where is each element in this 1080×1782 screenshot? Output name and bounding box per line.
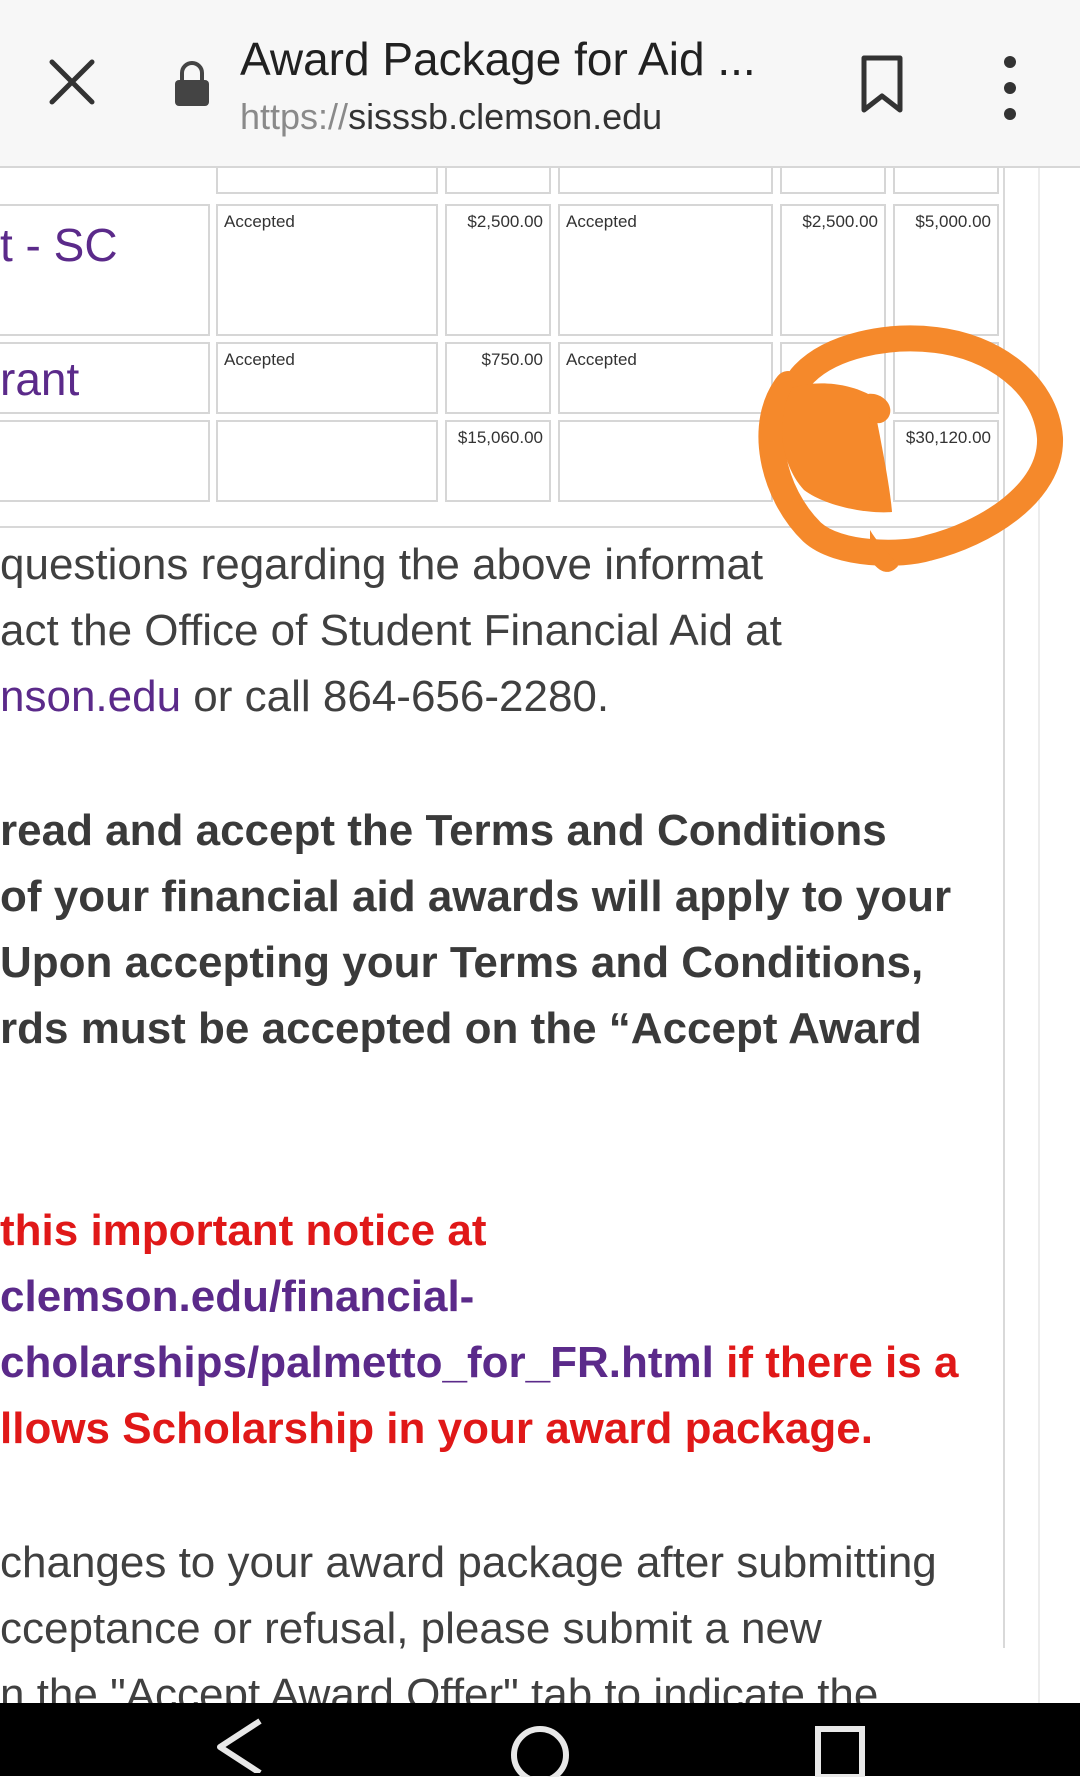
back-icon[interactable]	[212, 1713, 268, 1778]
system-navigation-bar	[0, 1703, 1080, 1782]
bookmark-icon[interactable]	[856, 52, 908, 116]
award-name: rant	[0, 353, 80, 405]
amount-cell: $750.00	[445, 342, 551, 414]
total-amount-cell: $15,060.00	[445, 420, 551, 502]
table-cell	[780, 420, 886, 502]
grand-total-cell: $30,120.00	[893, 420, 999, 502]
phone-text: or call 864-656-2280.	[181, 672, 610, 721]
contact-line-1: questions regarding the above informat	[0, 540, 764, 589]
amount-cell: $2,500.00	[445, 204, 551, 336]
url-scheme: https://	[240, 96, 349, 137]
overflow-menu-icon[interactable]	[995, 52, 1025, 124]
table-cell	[0, 420, 210, 502]
status-cell: Accepted	[558, 342, 773, 414]
lock-icon	[172, 60, 212, 108]
close-icon[interactable]	[40, 50, 104, 114]
divider	[0, 526, 1003, 528]
amount-cell: $2,500.00	[780, 204, 886, 336]
changes-line-2: cceptance or refusal, please submit a ne…	[0, 1604, 822, 1653]
total-cell	[893, 342, 999, 414]
status-cell: Accepted	[558, 204, 773, 336]
notice-link-2[interactable]: cholarships/palmetto_for_FR.html	[0, 1338, 714, 1387]
notice-text: if there is a	[713, 1338, 959, 1387]
divider	[1038, 168, 1040, 1703]
award-name: t - SC	[0, 219, 118, 271]
home-icon[interactable]	[508, 1713, 572, 1782]
recents-icon[interactable]	[812, 1713, 868, 1782]
table-cell	[216, 420, 438, 502]
notice-line-4: llows Scholarship in your award package.	[0, 1404, 873, 1453]
contact-line-2: act the Office of Student Financial Aid …	[0, 606, 782, 655]
notice-line-3: cholarships/palmetto_for_FR.html if ther…	[0, 1330, 958, 1396]
page-title: Award Package for Aid ...	[240, 33, 756, 85]
status-cell: Accepted	[216, 204, 438, 336]
total-cell: $5,000.00	[893, 204, 999, 336]
table-cell	[780, 168, 886, 194]
email-link[interactable]: nson.edu	[0, 672, 181, 721]
changes-line-1: changes to your award package after subm…	[0, 1538, 937, 1587]
terms-line-3: Upon accepting your Terms and Conditions…	[0, 938, 924, 987]
changes-line-3: n the "Accept Award Offer" tab to indica…	[0, 1670, 879, 1703]
status-cell: Accepted	[216, 342, 438, 414]
contact-line-3: nson.edu or call 864-656-2280.	[0, 664, 609, 730]
terms-line-2: of your financial aid awards will apply …	[0, 872, 952, 921]
browser-toolbar: Award Package for Aid ... https://sisssb…	[0, 0, 1080, 168]
table-cell	[558, 420, 773, 502]
table-cell	[893, 168, 999, 194]
terms-line-1: read and accept the Terms and Conditions	[0, 806, 887, 855]
page-content: t - SC Accepted $2,500.00 Accepted $2,50…	[0, 168, 1080, 1703]
amount-cell	[780, 342, 886, 414]
terms-line-4: rds must be accepted on the “Accept Awar…	[0, 1004, 922, 1053]
notice-link-1[interactable]: clemson.edu/financial-	[0, 1264, 474, 1330]
table-cell	[445, 168, 551, 194]
table-cell	[216, 168, 438, 194]
notice-line-1: this important notice at	[0, 1206, 487, 1255]
table-cell	[558, 168, 773, 194]
url-bar[interactable]: https://sisssb.clemson.edu	[240, 96, 662, 138]
divider	[1003, 168, 1005, 1648]
url-host: sisssb.clemson.edu	[348, 96, 663, 137]
